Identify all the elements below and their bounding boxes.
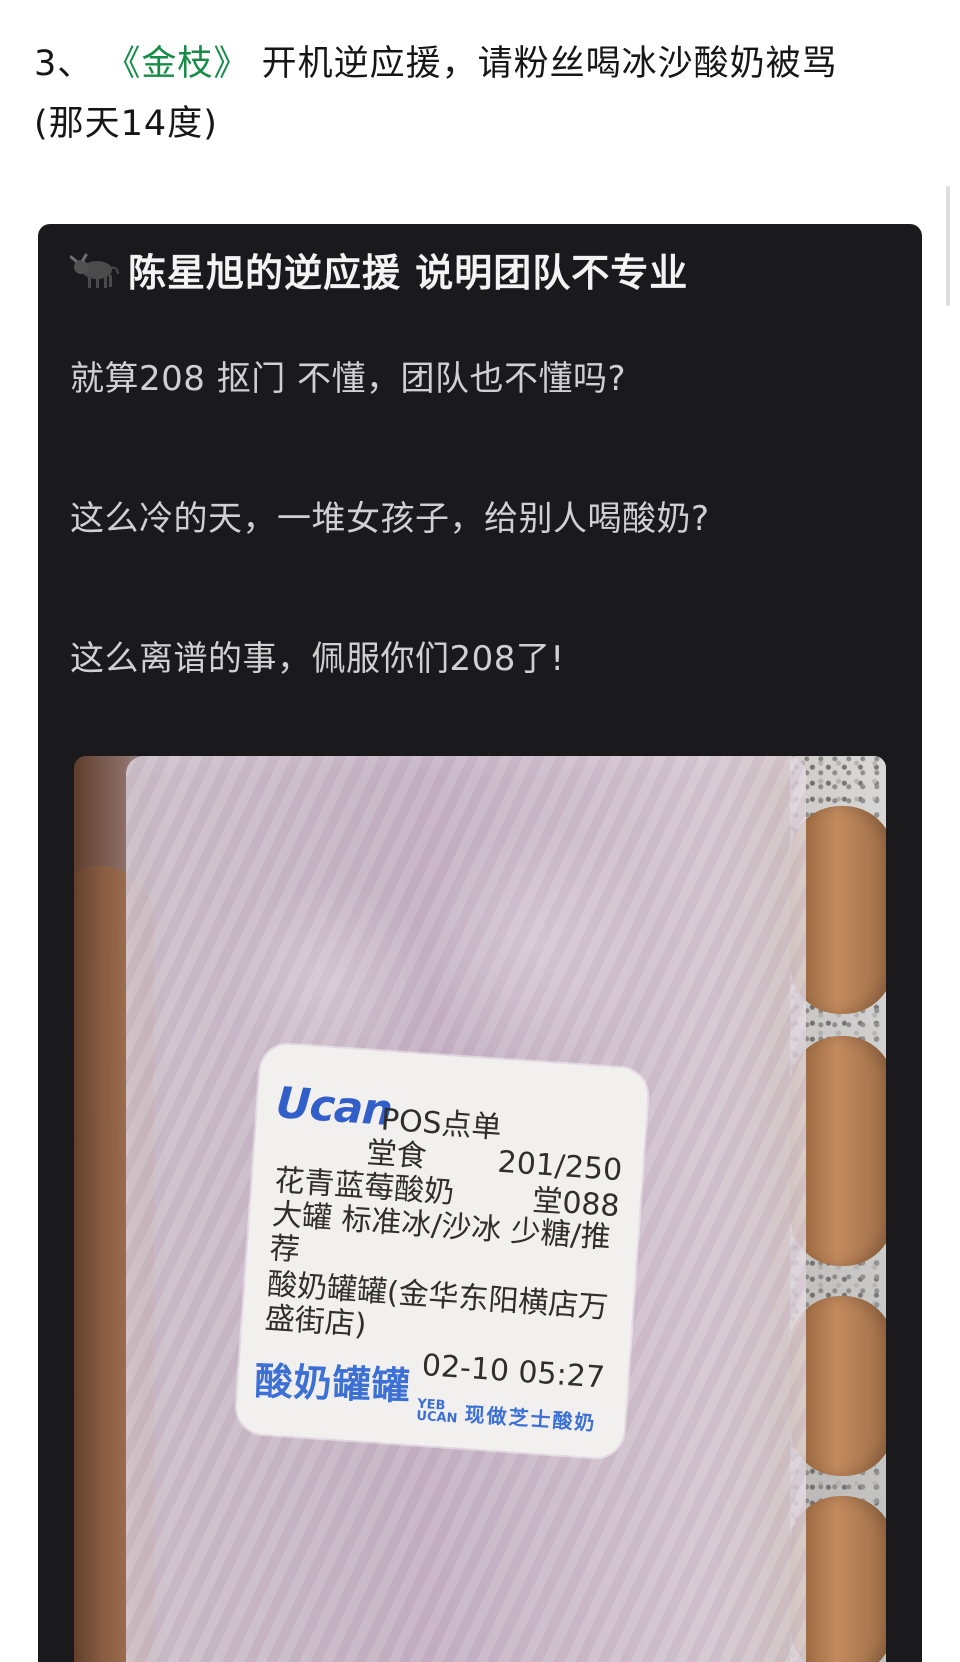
- post-line-3: 这么离谱的事，佩服你们208了!: [70, 639, 565, 679]
- receipt-brand: 酸奶罐罐: [253, 1358, 412, 1409]
- headline-prefix: 3、: [34, 44, 94, 84]
- receipt-options-cont: 荐: [268, 1231, 301, 1269]
- cow-icon: [69, 246, 120, 292]
- post-title-row: 陈星旭的逆应援 说明团队不专业: [69, 234, 689, 304]
- post-line-2: 这么冷的天，一堆女孩子，给别人喝酸奶?: [70, 499, 710, 539]
- post-line-1: 就算208 抠门 不懂，团队也不懂吗?: [70, 359, 627, 399]
- show-title-link[interactable]: 《金枝》: [105, 44, 249, 84]
- receipt-label: Ucan POS点单 堂食 花青蓝莓酸奶 大罐 标准冰/沙冰 少糖/推 荐 酸奶…: [234, 1042, 650, 1460]
- screenshot-card: 陈星旭的逆应援 说明团队不专业 就算208 抠门 不懂，团队也不懂吗? 这么冷的…: [38, 224, 922, 1662]
- headline-suffix: 开机逆应援，请粉丝喝冰沙酸奶被骂: [261, 44, 838, 84]
- receipt-dine-in: 堂食: [365, 1135, 428, 1175]
- receipt-brand-mini: YEB UCAN: [415, 1397, 459, 1427]
- yogurt-cup-photo: Ucan POS点单 堂食 花青蓝莓酸奶 大罐 标准冰/沙冰 少糖/推 荐 酸奶…: [74, 756, 886, 1662]
- scrollbar[interactable]: [946, 186, 950, 306]
- receipt-order-count: 201/250: [496, 1144, 624, 1189]
- ucan-logo: Ucan: [274, 1078, 394, 1137]
- receipt-slogan: 现做芝士酸奶: [463, 1402, 598, 1436]
- receipt-store-branch: 盛街店): [263, 1300, 368, 1343]
- headline: 3、 《金枝》 开机逆应援，请粉丝喝冰沙酸奶被骂 (那天14度): [34, 34, 894, 154]
- headline-line-1: 3、 《金枝》 开机逆应援，请粉丝喝冰沙酸奶被骂: [34, 34, 894, 94]
- page: 3、 《金枝》 开机逆应援，请粉丝喝冰沙酸奶被骂 (那天14度) 陈星旭的逆应援…: [0, 0, 960, 1662]
- headline-line-2: (那天14度): [34, 104, 218, 144]
- receipt-table-number: 堂088: [531, 1183, 621, 1225]
- receipt-timestamp: 02-10 05:27: [420, 1347, 606, 1396]
- receipt-brand-mini-2: UCAN: [415, 1408, 458, 1427]
- post-title: 陈星旭的逆应援 说明团队不专业: [128, 250, 689, 295]
